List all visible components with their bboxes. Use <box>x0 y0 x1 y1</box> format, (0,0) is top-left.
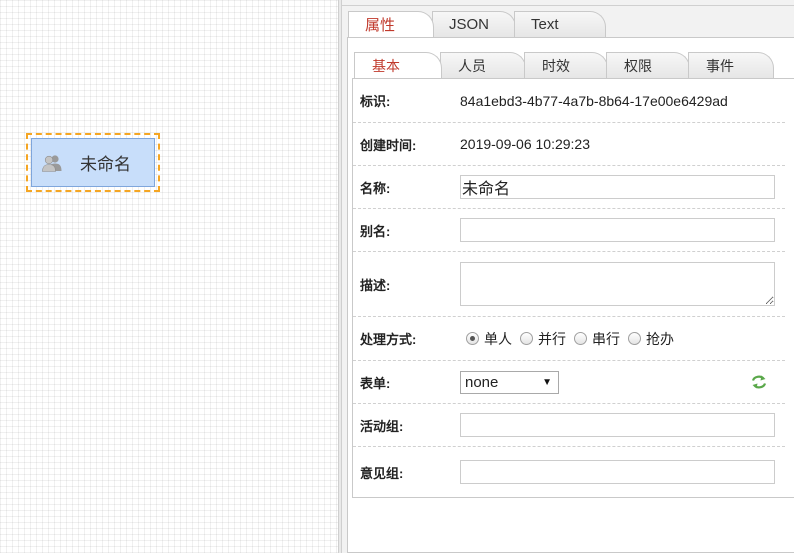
task-node-body[interactable]: 未命名 <box>31 138 155 187</box>
alias-input[interactable] <box>460 218 775 242</box>
tab-text[interactable]: Text <box>514 11 606 37</box>
mode-label: 处理方式: <box>360 332 417 347</box>
radio-label: 单人 <box>484 330 512 347</box>
created-row: 创建时间: 2019-09-06 10:29:23 <box>353 123 785 166</box>
active-group-label: 活动组: <box>360 418 404 434</box>
mode-radio-parallel[interactable]: 并行 <box>520 329 566 349</box>
mode-radio-serial[interactable]: 串行 <box>574 329 620 349</box>
name-row: 名称: <box>353 166 785 209</box>
tab-timing[interactable]: 时效 <box>524 52 608 78</box>
form-select-value: none <box>465 373 499 391</box>
mode-radio-grab[interactable]: 抢办 <box>628 329 674 349</box>
panel-top-rule <box>342 5 794 6</box>
radio-label: 并行 <box>538 330 566 347</box>
opinion-group-label: 意见组: <box>360 465 404 481</box>
tab-properties[interactable]: 属性 <box>348 11 434 37</box>
created-label: 创建时间: <box>360 137 417 153</box>
refresh-icon[interactable] <box>751 374 767 390</box>
radio-button[interactable] <box>628 332 641 345</box>
name-label: 名称: <box>360 180 391 196</box>
form-select[interactable]: none ▼ <box>460 370 559 394</box>
description-label: 描述: <box>360 277 391 293</box>
name-input[interactable] <box>460 175 775 199</box>
alias-row: 别名: <box>353 209 785 252</box>
basic-tab-content: 标识: 84a1ebd3-4b77-4a7b-8b64-17e00e6429ad… <box>352 78 794 498</box>
chevron-down-icon: ▼ <box>542 376 552 388</box>
mode-row: 处理方式: 单人 并行 串行 抢办 <box>353 317 785 361</box>
form-label: 表单: <box>360 375 391 391</box>
opinion-group-input[interactable] <box>460 460 775 484</box>
description-textarea[interactable] <box>460 262 775 306</box>
alias-label: 别名: <box>360 223 391 239</box>
tab-personnel[interactable]: 人员 <box>440 52 526 78</box>
id-label: 标识: <box>360 94 391 109</box>
outer-tabbar: 属性 JSON Text <box>348 11 606 37</box>
radio-button[interactable] <box>574 332 587 345</box>
radio-label: 抢办 <box>646 330 674 347</box>
mode-radio-group: 单人 并行 串行 抢办 <box>466 329 682 349</box>
radio-button[interactable] <box>466 332 479 345</box>
description-row: 描述: <box>353 252 785 317</box>
id-row: 标识: 84a1ebd3-4b77-4a7b-8b64-17e00e6429ad <box>353 79 785 123</box>
opinion-group-row: 意见组: <box>353 447 785 497</box>
id-value: 84a1ebd3-4b77-4a7b-8b64-17e00e6429ad <box>460 92 728 109</box>
active-group-row: 活动组: <box>353 404 785 447</box>
tab-permissions[interactable]: 权限 <box>606 52 690 78</box>
tab-basic[interactable]: 基本 <box>354 52 442 78</box>
tab-json[interactable]: JSON <box>432 11 516 37</box>
form-row: 表单: none ▼ <box>353 361 785 404</box>
task-node-label: 未命名 <box>80 155 131 174</box>
active-group-input[interactable] <box>460 413 775 437</box>
radio-button[interactable] <box>520 332 533 345</box>
users-icon <box>42 153 62 173</box>
inner-tabbar: 基本 人员 时效 权限 事件 <box>354 52 774 78</box>
design-canvas[interactable]: 未命名 <box>0 0 338 553</box>
created-value: 2019-09-06 10:29:23 <box>460 136 590 152</box>
mode-radio-single[interactable]: 单人 <box>466 329 512 349</box>
tab-events[interactable]: 事件 <box>688 52 774 78</box>
selected-task-node[interactable]: 未命名 <box>26 133 160 192</box>
radio-label: 串行 <box>592 330 620 347</box>
properties-panel: 属性 JSON Text 标识: 84a1ebd3-4b77-4a7b-8b64… <box>342 0 794 553</box>
